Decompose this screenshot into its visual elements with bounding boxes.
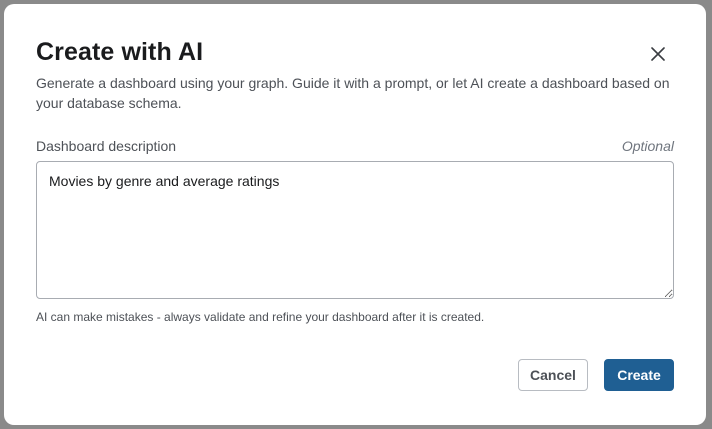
- dashboard-description-input[interactable]: Movies by genre and average ratings: [36, 161, 674, 299]
- optional-label: Optional: [621, 138, 674, 154]
- ai-disclaimer: AI can make mistakes - always validate a…: [36, 310, 485, 324]
- create-with-ai-dialog: Create with AI Generate a dashboard usin…: [4, 4, 706, 425]
- description-label: Dashboard description: [36, 138, 177, 154]
- dialog-subtitle: Generate a dashboard using your graph. G…: [36, 75, 670, 111]
- close-icon: [651, 47, 665, 61]
- create-button[interactable]: Create: [604, 359, 674, 391]
- cancel-button[interactable]: Cancel: [518, 359, 588, 391]
- close-button[interactable]: [644, 40, 672, 68]
- dialog-title: Create with AI: [36, 38, 204, 66]
